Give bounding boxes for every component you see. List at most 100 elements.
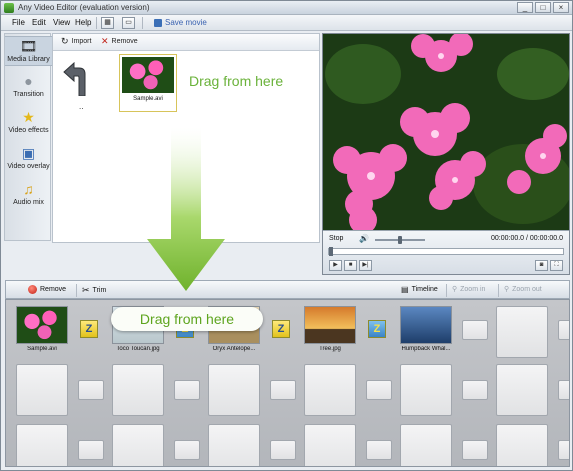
up-folder-icon[interactable] [63, 62, 93, 96]
transition-icon[interactable]: Z [368, 320, 386, 338]
zoom-in-label: Zoom in [460, 285, 486, 293]
menu-edit[interactable]: Edit [32, 18, 46, 27]
empty-clip-slot[interactable] [400, 364, 452, 416]
empty-transition-slot[interactable] [462, 380, 488, 400]
empty-clip-slot[interactable] [496, 424, 548, 466]
preview-video [323, 34, 569, 230]
zoom-out-icon: ⚲ [504, 286, 510, 293]
flower-preview-image [323, 34, 569, 230]
empty-clip-slot[interactable] [112, 364, 164, 416]
transition-icon[interactable]: Z [80, 320, 98, 338]
sidebar-item-label: Audio mix [13, 199, 44, 206]
app-window: Any Video Editor (evaluation version) _ … [0, 0, 573, 471]
seek-bar[interactable] [328, 247, 564, 256]
speaker-icon[interactable]: 🔊 [359, 234, 369, 243]
storyboard: Sample.avi Z Toco Toucan.jpg Z Oryx Ante… [5, 299, 570, 467]
music-note-icon: ♫ [23, 181, 34, 197]
drag-arrow-icon [147, 127, 225, 291]
toolbar-separator [498, 284, 499, 297]
empty-transition-slot[interactable] [78, 380, 104, 400]
clip-caption: Humpback Whal... [401, 346, 451, 352]
menu-bar: File Edit View Help ▦ ▭ Save movie [1, 15, 572, 31]
zoom-in-button[interactable]: ⚲ Zoom in [452, 285, 486, 294]
empty-transition-slot[interactable] [366, 380, 392, 400]
menu-view[interactable]: View [53, 18, 70, 27]
fullscreen-button[interactable]: ⛶ [550, 260, 563, 271]
empty-transition-slot[interactable] [270, 380, 296, 400]
empty-clip-slot[interactable] [208, 364, 260, 416]
window-title: Any Video Editor (evaluation version) [18, 3, 150, 12]
storyboard-clip[interactable]: Tree.jpg [304, 306, 356, 358]
clip-file-name: Sample.avi [133, 96, 163, 102]
close-button[interactable]: × [553, 2, 569, 13]
empty-transition-slot[interactable] [462, 320, 488, 340]
sidebar-item-transition[interactable]: ● Transition [5, 72, 52, 98]
import-label: Import [71, 38, 92, 45]
empty-clip-slot[interactable] [16, 364, 68, 416]
sidebar-item-video-effects[interactable]: ★ Video effects [5, 108, 52, 134]
empty-transition-slot[interactable] [558, 320, 569, 340]
storyboard-clip[interactable]: Humpback Whal... [400, 306, 452, 358]
clip-caption: Oryx Antelope... [212, 346, 256, 352]
preview-view-icon[interactable]: ▭ [122, 17, 135, 29]
empty-transition-slot[interactable] [270, 440, 296, 460]
save-movie-button[interactable]: Save movie [165, 18, 207, 27]
empty-clip-slot[interactable] [304, 424, 356, 466]
play-button[interactable]: ▶ [329, 260, 342, 271]
clip-caption: Tree.jpg [319, 346, 341, 352]
remove-x-icon: ✕ [101, 36, 109, 46]
minimize-button[interactable]: _ [517, 2, 533, 13]
library-clip[interactable]: Sample.avi [119, 54, 177, 112]
empty-clip-slot[interactable] [496, 364, 548, 416]
import-button[interactable]: ↻ Import [61, 37, 91, 46]
empty-transition-slot[interactable] [558, 440, 569, 460]
maximize-button[interactable]: □ [535, 2, 551, 13]
timeline-label: Timeline [411, 286, 438, 293]
next-frame-button[interactable]: ▶| [359, 260, 372, 271]
clip-thumbnail [122, 57, 174, 93]
storyboard-view-icon[interactable]: ▦ [101, 17, 114, 29]
empty-clip-slot[interactable] [112, 424, 164, 466]
menu-separator [142, 17, 143, 29]
clip-caption: Toco Toucan.jpg [116, 346, 160, 352]
save-icon[interactable] [154, 19, 162, 27]
timeline-button[interactable]: ▤ Timeline [401, 285, 438, 294]
empty-transition-slot[interactable] [78, 440, 104, 460]
menu-help[interactable]: Help [75, 18, 91, 27]
empty-clip-slot[interactable] [400, 424, 452, 466]
empty-transition-slot[interactable] [174, 380, 200, 400]
empty-transition-slot[interactable] [366, 440, 392, 460]
empty-clip-slot[interactable] [16, 424, 68, 466]
transition-icon[interactable]: Z [272, 320, 290, 338]
stop-status: Stop [329, 235, 344, 242]
zoom-out-label: Zoom out [512, 285, 542, 293]
volume-handle[interactable] [398, 236, 402, 244]
seek-handle[interactable] [329, 247, 333, 256]
empty-clip-slot[interactable] [496, 306, 548, 358]
empty-clip-slot[interactable] [304, 364, 356, 416]
empty-clip-slot[interactable] [208, 424, 260, 466]
app-logo-icon [4, 3, 14, 13]
stop-button[interactable]: ■ [344, 260, 357, 271]
empty-transition-slot[interactable] [558, 380, 569, 400]
star-effects-icon: ★ [22, 109, 35, 125]
drag-hint-storyboard: Drag from here [111, 307, 263, 331]
remove-icon [28, 285, 37, 294]
menu-separator [96, 17, 97, 29]
empty-transition-slot[interactable] [174, 440, 200, 460]
sidebar-item-audio-mix[interactable]: ♫ Audio mix [5, 180, 52, 206]
empty-transition-slot[interactable] [462, 440, 488, 460]
trim-icon: ✂ [82, 285, 90, 295]
timeline-remove-button[interactable]: Remove [28, 285, 66, 294]
storyboard-clip[interactable]: Sample.avi [16, 306, 68, 358]
sidebar-item-label: Video overlay [7, 163, 50, 170]
parent-folder-label[interactable]: .. [79, 102, 83, 111]
library-remove-button[interactable]: ✕ Remove [101, 37, 138, 46]
trim-button[interactable]: ✂ Trim [82, 285, 106, 296]
sidebar-item-video-overlay[interactable]: ▣ Video overlay [5, 144, 52, 170]
menu-file[interactable]: File [12, 18, 25, 27]
sidebar-item-label: Media Library [7, 56, 50, 63]
snapshot-button[interactable]: ◙ [535, 260, 548, 271]
zoom-out-button[interactable]: ⚲ Zoom out [504, 285, 542, 294]
sidebar-item-media-library[interactable]: 🎞 Media Library [5, 36, 52, 66]
